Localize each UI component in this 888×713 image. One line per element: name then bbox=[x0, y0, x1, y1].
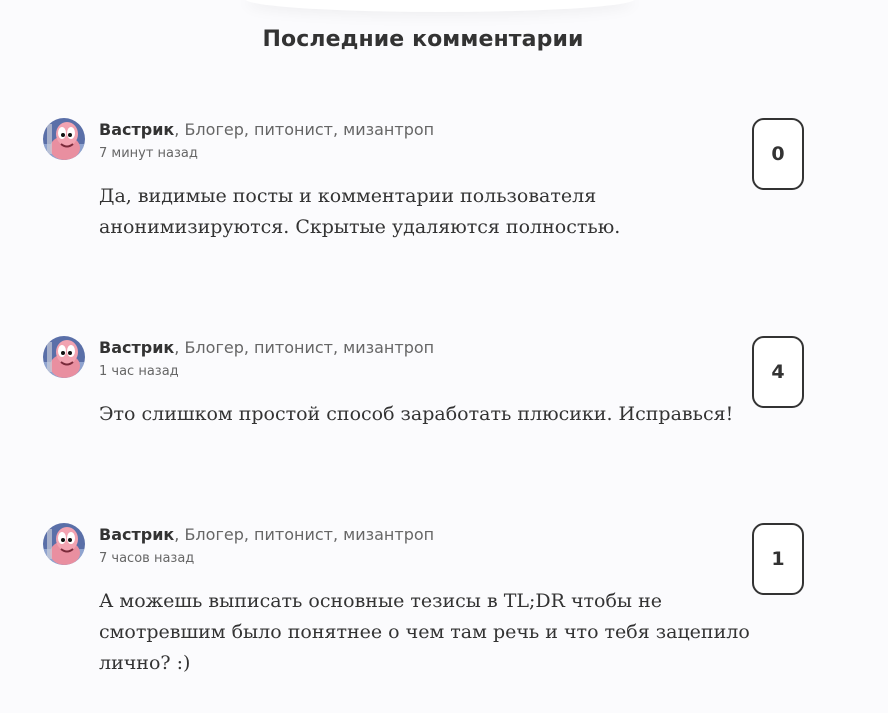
comment-text: Да, видимые посты и комментарии пользова… bbox=[99, 185, 621, 238]
author-bio: , Блогер, питонист, мизантроп bbox=[174, 120, 435, 139]
worm-avatar-icon bbox=[43, 336, 85, 378]
author-bio: , Блогер, питонист, мизантроп bbox=[174, 525, 435, 544]
avatar[interactable] bbox=[43, 523, 85, 565]
comment-time[interactable]: 7 минут назад bbox=[99, 146, 198, 161]
avatar[interactable] bbox=[43, 118, 85, 160]
worm-avatar-icon bbox=[43, 523, 85, 565]
author-name[interactable]: Вастрик bbox=[99, 120, 174, 139]
upvote-button[interactable]: 4 bbox=[752, 336, 804, 408]
comment-author-line: Вастрик, Блогер, питонист, мизантроп bbox=[99, 525, 434, 545]
comment-text: Это слишком простой способ заработать пл… bbox=[99, 403, 734, 425]
comment-time[interactable]: 7 часов назад bbox=[99, 551, 194, 566]
author-name[interactable]: Вастрик bbox=[99, 525, 174, 544]
author-name[interactable]: Вастрик bbox=[99, 338, 174, 357]
comment-text: А можешь выписать основные тезисы в TL;D… bbox=[99, 590, 750, 674]
top-card-edge bbox=[245, 0, 635, 12]
comment-author-line: Вастрик, Блогер, питонист, мизантроп bbox=[99, 120, 434, 140]
section-title: Последние комментарии bbox=[262, 27, 584, 52]
author-bio: , Блогер, питонист, мизантроп bbox=[174, 338, 435, 357]
worm-avatar-icon bbox=[43, 118, 85, 160]
comment-author-line: Вастрик, Блогер, питонист, мизантроп bbox=[99, 338, 434, 358]
comment-time[interactable]: 1 час назад bbox=[99, 364, 179, 379]
upvote-button[interactable]: 1 bbox=[752, 523, 804, 595]
avatar[interactable] bbox=[43, 336, 85, 378]
upvote-button[interactable]: 0 bbox=[752, 118, 804, 190]
